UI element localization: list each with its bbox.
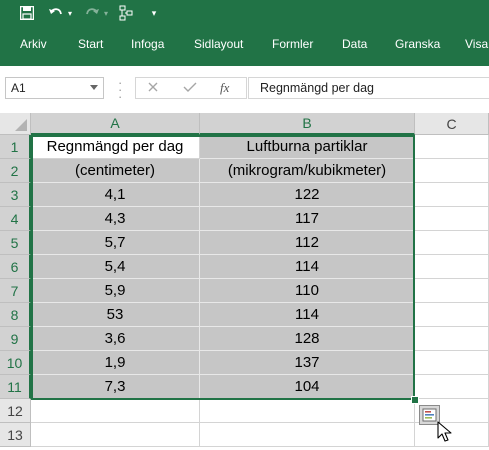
cell-a4[interactable]: 4,3 xyxy=(31,207,200,231)
redo-icon[interactable] xyxy=(82,3,102,23)
enter-icon[interactable] xyxy=(182,80,198,99)
cell-a8[interactable]: 53 xyxy=(31,303,200,327)
tab-granska[interactable]: Granska xyxy=(395,37,440,51)
formula-text: Regnmängd per dag xyxy=(260,81,374,95)
cancel-icon[interactable] xyxy=(146,80,160,99)
row-header-4[interactable]: 4 xyxy=(0,207,31,231)
formula-bar-grip-icon: · · · xyxy=(118,75,123,104)
select-all-button[interactable] xyxy=(0,113,31,135)
cell-c7[interactable] xyxy=(415,279,489,303)
column-header-a[interactable]: A xyxy=(31,113,200,135)
name-box[interactable]: A1 xyxy=(5,77,104,99)
cell-b4[interactable]: 117 xyxy=(200,207,415,231)
cell-a13[interactable] xyxy=(31,423,200,447)
tab-arkiv[interactable]: Arkiv xyxy=(20,37,47,51)
cell-b9[interactable]: 128 xyxy=(200,327,415,351)
row-header-13[interactable]: 13 xyxy=(0,423,31,447)
cell-c9[interactable] xyxy=(415,327,489,351)
tab-infoga[interactable]: Infoga xyxy=(131,37,164,51)
name-box-value: A1 xyxy=(11,81,26,95)
customize-qat-icon[interactable]: ▾ xyxy=(148,3,160,23)
cell-a11[interactable]: 7,3 xyxy=(31,375,200,399)
tab-visa[interactable]: Visa xyxy=(465,37,488,51)
tab-formler[interactable]: Formler xyxy=(272,37,313,51)
cell-c4[interactable] xyxy=(415,207,489,231)
undo-icon[interactable] xyxy=(46,3,66,23)
row-header-6[interactable]: 6 xyxy=(0,255,31,279)
cell-b8[interactable]: 114 xyxy=(200,303,415,327)
name-box-dropdown-icon[interactable] xyxy=(90,85,98,90)
title-bar: ▾ ▾ ▾ xyxy=(0,0,489,26)
touch-mode-icon[interactable] xyxy=(116,3,136,23)
row-header-5[interactable]: 5 xyxy=(0,231,31,255)
cell-c8[interactable] xyxy=(415,303,489,327)
fill-handle[interactable] xyxy=(411,396,419,404)
row-header-9[interactable]: 9 xyxy=(0,327,31,351)
tab-sidlayout[interactable]: Sidlayout xyxy=(194,37,243,51)
column-header-b[interactable]: B xyxy=(200,113,415,135)
cell-a9[interactable]: 3,6 xyxy=(31,327,200,351)
cell-b6[interactable]: 114 xyxy=(200,255,415,279)
tab-data[interactable]: Data xyxy=(342,37,367,51)
cell-a10[interactable]: 1,9 xyxy=(31,351,200,375)
cell-a12[interactable] xyxy=(31,399,200,423)
row-header-2[interactable]: 2 xyxy=(0,159,31,183)
row-header-10[interactable]: 10 xyxy=(0,351,31,375)
undo-dropdown-icon[interactable]: ▾ xyxy=(66,3,74,23)
row-header-1[interactable]: 1 xyxy=(0,135,31,159)
cell-c3[interactable] xyxy=(415,183,489,207)
row-header-12[interactable]: 12 xyxy=(0,399,31,423)
formula-bar: A1 · · · fx Regnmängd per dag xyxy=(0,66,489,114)
column-header-c[interactable]: C xyxy=(415,113,489,135)
row-header-11[interactable]: 11 xyxy=(0,375,31,399)
cell-b5[interactable]: 112 xyxy=(200,231,415,255)
tab-start[interactable]: Start xyxy=(78,37,103,51)
ribbon-tabs: Arkiv Start Infoga Sidlayout Formler Dat… xyxy=(0,26,489,66)
cell-a5[interactable]: 5,7 xyxy=(31,231,200,255)
cell-c6[interactable] xyxy=(415,255,489,279)
redo-dropdown-icon[interactable]: ▾ xyxy=(102,3,110,23)
row-header-7[interactable]: 7 xyxy=(0,279,31,303)
cell-c11[interactable] xyxy=(415,375,489,399)
cell-a1[interactable]: Regnmängd per dag xyxy=(31,135,200,159)
formula-input[interactable]: Regnmängd per dag xyxy=(248,77,489,99)
cell-c1[interactable] xyxy=(415,135,489,159)
row-header-8[interactable]: 8 xyxy=(0,303,31,327)
cell-a6[interactable]: 5,4 xyxy=(31,255,200,279)
save-icon[interactable] xyxy=(18,3,36,23)
cell-c5[interactable] xyxy=(415,231,489,255)
cell-a3[interactable]: 4,1 xyxy=(31,183,200,207)
cell-b12[interactable] xyxy=(200,399,415,423)
cell-c2[interactable] xyxy=(415,159,489,183)
cell-b7[interactable]: 110 xyxy=(200,279,415,303)
formula-buttons: fx xyxy=(135,77,247,99)
cell-b13[interactable] xyxy=(200,423,415,447)
cell-a7[interactable]: 5,9 xyxy=(31,279,200,303)
row-header-3[interactable]: 3 xyxy=(0,183,31,207)
cell-b1[interactable]: Luftburna partiklar xyxy=(200,135,415,159)
cell-b11[interactable]: 104 xyxy=(200,375,415,399)
cell-c10[interactable] xyxy=(415,351,489,375)
cell-b2[interactable]: (mikrogram/kubikmeter) xyxy=(200,159,415,183)
insert-function-icon[interactable]: fx xyxy=(220,80,229,96)
cell-b10[interactable]: 137 xyxy=(200,351,415,375)
cell-b3[interactable]: 122 xyxy=(200,183,415,207)
mouse-pointer-icon xyxy=(437,421,452,442)
cell-a2[interactable]: (centimeter) xyxy=(31,159,200,183)
